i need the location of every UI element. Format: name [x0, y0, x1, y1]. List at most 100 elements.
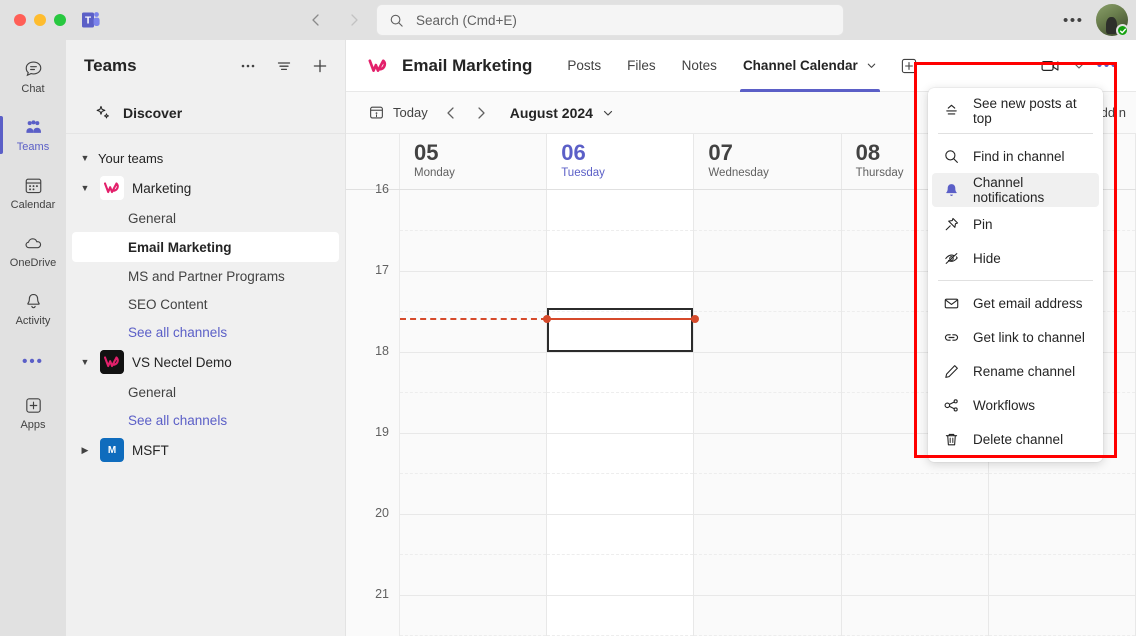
tab-files[interactable]: Files: [614, 40, 669, 92]
rail-label-calendar: Calendar: [10, 198, 56, 211]
team-vs-nectel-demo[interactable]: ▼ VS Nectel Demo: [66, 346, 345, 378]
close-window-button[interactable]: [14, 14, 26, 26]
day-header-06[interactable]: 06 Tuesday: [547, 134, 695, 189]
menu-item-get-link-to-channel[interactable]: Get link to channel: [932, 320, 1099, 354]
team-marketing[interactable]: ▼ Marketing: [66, 172, 345, 204]
menu-item-label: Delete channel: [973, 431, 1064, 447]
back-button[interactable]: [305, 9, 327, 31]
channel-general-marketing[interactable]: General: [66, 204, 345, 232]
add-tab-icon[interactable]: [898, 55, 920, 77]
channel-email-marketing[interactable]: Email Marketing: [72, 232, 339, 262]
menu-item-see-new-posts-at-top[interactable]: See new posts at top: [932, 94, 1099, 128]
team-avatar-msft: M: [100, 438, 124, 462]
hour-label: 16: [375, 182, 389, 196]
rail-item-apps[interactable]: Apps: [0, 384, 66, 442]
window-traffic-lights[interactable]: [14, 14, 66, 26]
day-header-05[interactable]: 05 Monday: [400, 134, 548, 189]
see-all-channels-vs-nectel[interactable]: See all channels: [66, 406, 345, 434]
channel-seo-content[interactable]: SEO Content: [66, 290, 345, 318]
menu-item-find-in-channel[interactable]: Find in channel: [932, 139, 1099, 173]
day-column-05[interactable]: [400, 190, 548, 636]
menu-item-label: Pin: [973, 216, 993, 232]
channel-label: SEO Content: [128, 296, 208, 312]
sidebar-item-discover[interactable]: Discover: [66, 92, 345, 134]
chevron-down-icon[interactable]: [602, 107, 614, 119]
today-label: Today: [393, 105, 428, 120]
menu-item-label: Get email address: [973, 295, 1083, 311]
day-column-07[interactable]: [694, 190, 842, 636]
channel-avatar: [364, 51, 392, 80]
team-name: VS Nectel Demo: [132, 354, 232, 370]
menu-item-channel-notifications[interactable]: Channel notifications: [932, 173, 1099, 207]
forward-button[interactable]: [343, 9, 365, 31]
today-button[interactable]: Today: [360, 98, 436, 128]
menu-item-pin[interactable]: Pin: [932, 207, 1099, 241]
meet-options-chevron-icon[interactable]: [1073, 60, 1085, 72]
chat-icon: [23, 59, 44, 81]
calendar-icon: [23, 175, 44, 197]
see-all-channels-marketing[interactable]: See all channels: [66, 318, 345, 346]
channel-general-vs-nectel[interactable]: General: [66, 378, 345, 406]
workflows-icon: [942, 396, 960, 414]
minimize-window-button[interactable]: [34, 14, 46, 26]
day-header-07[interactable]: 07 Wednesday: [694, 134, 842, 189]
titlebar-more-button[interactable]: •••: [1063, 12, 1084, 29]
rail-item-chat[interactable]: Chat: [0, 48, 66, 106]
rail-more-button[interactable]: •••: [0, 338, 66, 384]
channel-more-options-button[interactable]: •••: [1095, 57, 1120, 74]
current-time-dot-right: [691, 315, 699, 323]
time-gutter-header: [346, 134, 400, 189]
menu-item-rename-channel[interactable]: Rename channel: [932, 354, 1099, 388]
channel-title: Email Marketing: [402, 55, 533, 75]
avatar[interactable]: [1096, 4, 1129, 37]
menu-item-label: Rename channel: [973, 363, 1076, 379]
day-number: 06: [561, 140, 586, 165]
rail-item-calendar[interactable]: Calendar: [0, 164, 66, 222]
rail-item-teams[interactable]: Teams: [0, 106, 66, 164]
menu-item-label: Get link to channel: [973, 329, 1085, 345]
tab-posts[interactable]: Posts: [554, 40, 614, 92]
menu-item-get-email-address[interactable]: Get email address: [932, 286, 1099, 320]
teams-list-panel: Teams Discover ▼ Your teams ▼ Marketing …: [66, 40, 346, 636]
chevron-down-icon[interactable]: ▼: [78, 183, 92, 193]
add-team-icon[interactable]: [309, 55, 331, 77]
chevron-down-icon[interactable]: ▼: [78, 357, 92, 367]
month-selector[interactable]: August 2024: [510, 105, 614, 121]
history-navigation[interactable]: [305, 9, 365, 31]
day-column-06[interactable]: [547, 190, 695, 636]
search-bar[interactable]: Search (Cmd+E): [376, 4, 844, 36]
menu-item-hide[interactable]: Hide: [932, 241, 1099, 275]
menu-item-label: Channel notifications: [973, 175, 1045, 205]
your-teams-group[interactable]: ▼ Your teams: [66, 144, 345, 172]
tab-label: Notes: [681, 58, 717, 73]
menu-item-label: Find in channel: [973, 148, 1065, 164]
mail-icon: [942, 294, 960, 312]
filter-icon[interactable]: [273, 55, 295, 77]
tab-channel-calendar[interactable]: Channel Calendar: [730, 40, 890, 92]
chevron-down-icon[interactable]: [866, 60, 877, 71]
menu-item-delete-channel[interactable]: Delete channel: [932, 422, 1099, 456]
video-camera-icon[interactable]: [1039, 55, 1063, 77]
channel-label: See all channels: [128, 324, 228, 340]
previous-period-button[interactable]: [436, 98, 466, 128]
search-input[interactable]: Search (Cmd+E): [416, 13, 517, 28]
tab-notes[interactable]: Notes: [669, 40, 730, 92]
day-name: Tuesday: [561, 167, 605, 179]
menu-item-workflows[interactable]: Workflows: [932, 388, 1099, 422]
menu-item-label: Workflows: [973, 397, 1036, 413]
rail-item-onedrive[interactable]: OneDrive: [0, 222, 66, 280]
teams-more-icon[interactable]: [237, 55, 259, 77]
next-period-button[interactable]: [466, 98, 496, 128]
team-name: MSFT: [132, 442, 169, 458]
tab-label: Files: [627, 58, 656, 73]
team-msft[interactable]: ▶ M MSFT: [66, 434, 345, 466]
rail-item-activity[interactable]: Activity: [0, 280, 66, 338]
teams-tree: ▼ Your teams ▼ Marketing General Email M…: [66, 134, 345, 466]
pencil-icon: [942, 362, 960, 380]
maximize-window-button[interactable]: [54, 14, 66, 26]
channel-ms-and-partner-programs[interactable]: MS and Partner Programs: [66, 262, 345, 290]
menu-separator: [938, 133, 1093, 134]
calendar-selection-box[interactable]: [547, 308, 694, 352]
chevron-right-icon[interactable]: ▶: [78, 445, 92, 456]
cloud-icon: [23, 233, 44, 255]
